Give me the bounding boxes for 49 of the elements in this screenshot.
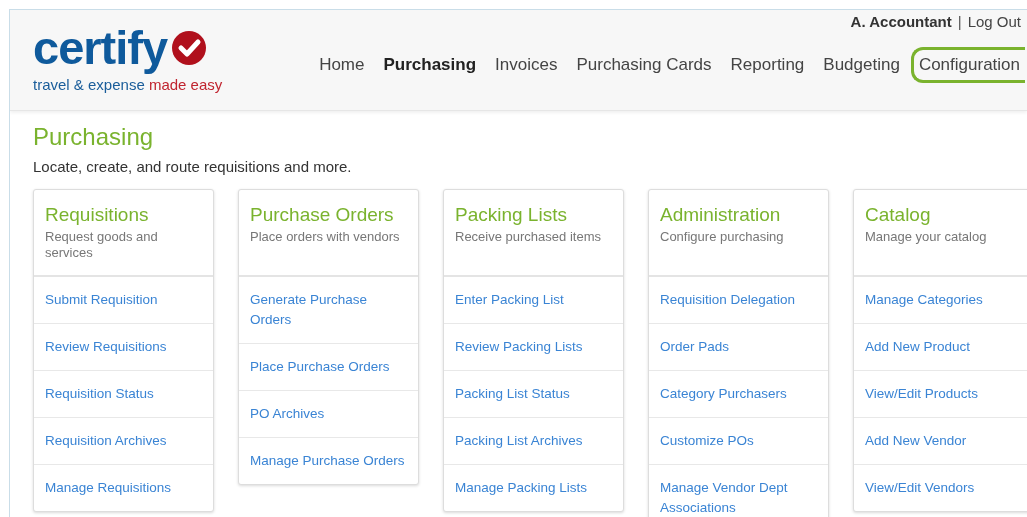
card-link[interactable]: Manage Requisitions [34, 464, 213, 511]
logout-link[interactable]: Log Out [967, 13, 1021, 30]
nav-link[interactable]: Reporting [722, 47, 813, 83]
card-link[interactable]: PO Archives [239, 390, 418, 437]
nav-link[interactable]: Configuration [910, 47, 1025, 83]
card-description: Manage your catalog [865, 229, 988, 245]
card-link[interactable]: Place Purchase Orders [239, 343, 418, 390]
card-link[interactable]: Review Requisitions [34, 323, 213, 370]
card-link[interactable]: Review Packing Lists [444, 323, 623, 370]
card-link[interactable]: Order Pads [649, 323, 828, 370]
nav-link[interactable]: Budgeting [815, 47, 908, 83]
card-link[interactable]: Enter Packing List [444, 277, 623, 323]
check-badge-icon [171, 30, 208, 66]
card-link[interactable]: Manage Vendor Dept Associations [649, 464, 828, 517]
page-subtitle: Locate, create, and route requisitions and more. [33, 158, 353, 175]
nav-link[interactable]: Invoices [487, 47, 566, 83]
card-link[interactable]: Generate Purchase Orders [239, 277, 418, 343]
card-link[interactable]: Add New Vendor [854, 417, 1027, 464]
nav-link[interactable]: Purchasing Cards [568, 47, 720, 83]
card-link[interactable]: Packing List Status [444, 370, 623, 417]
nav-link[interactable]: Purchasing [375, 47, 485, 83]
card-title: Administration [660, 204, 782, 226]
card-link[interactable]: View/Edit Vendors [854, 464, 1027, 511]
page-title: Purchasing [33, 123, 155, 151]
card-link[interactable]: Requisition Delegation [649, 277, 828, 323]
card-description: Request goods and services [45, 229, 159, 261]
card-link[interactable]: Manage Purchase Orders [239, 437, 418, 484]
card-link[interactable]: Customize POs [649, 417, 828, 464]
card-link[interactable]: Add New Product [854, 323, 1027, 370]
card-title: Purchase Orders [250, 204, 395, 226]
card-link[interactable]: View/Edit Products [854, 370, 1027, 417]
separator: | [957, 13, 962, 30]
card-link[interactable]: Requisition Archives [34, 417, 213, 464]
card-link[interactable]: Manage Categories [854, 277, 1027, 323]
card-description: Configure purchasing [660, 229, 785, 245]
logo-wordmark: certify [33, 22, 168, 74]
nav-link[interactable]: Home [311, 47, 373, 83]
card-description: Receive purchased items [455, 229, 602, 245]
card-link[interactable]: Packing List Archives [444, 417, 623, 464]
card-link[interactable]: Category Purchasers [649, 370, 828, 417]
user-name: A. Accountant [850, 13, 952, 30]
card-link[interactable]: Manage Packing Lists [444, 464, 623, 511]
logo-tagline: travel & expense made easy [33, 76, 224, 93]
card-link[interactable]: Requisition Status [34, 370, 213, 417]
card-title: Catalog [865, 204, 932, 226]
card-link[interactable]: Submit Requisition [34, 277, 213, 323]
card-title: Packing Lists [455, 204, 568, 226]
card-title: Requisitions [45, 204, 150, 226]
card-description: Place orders with vendors [250, 229, 401, 245]
